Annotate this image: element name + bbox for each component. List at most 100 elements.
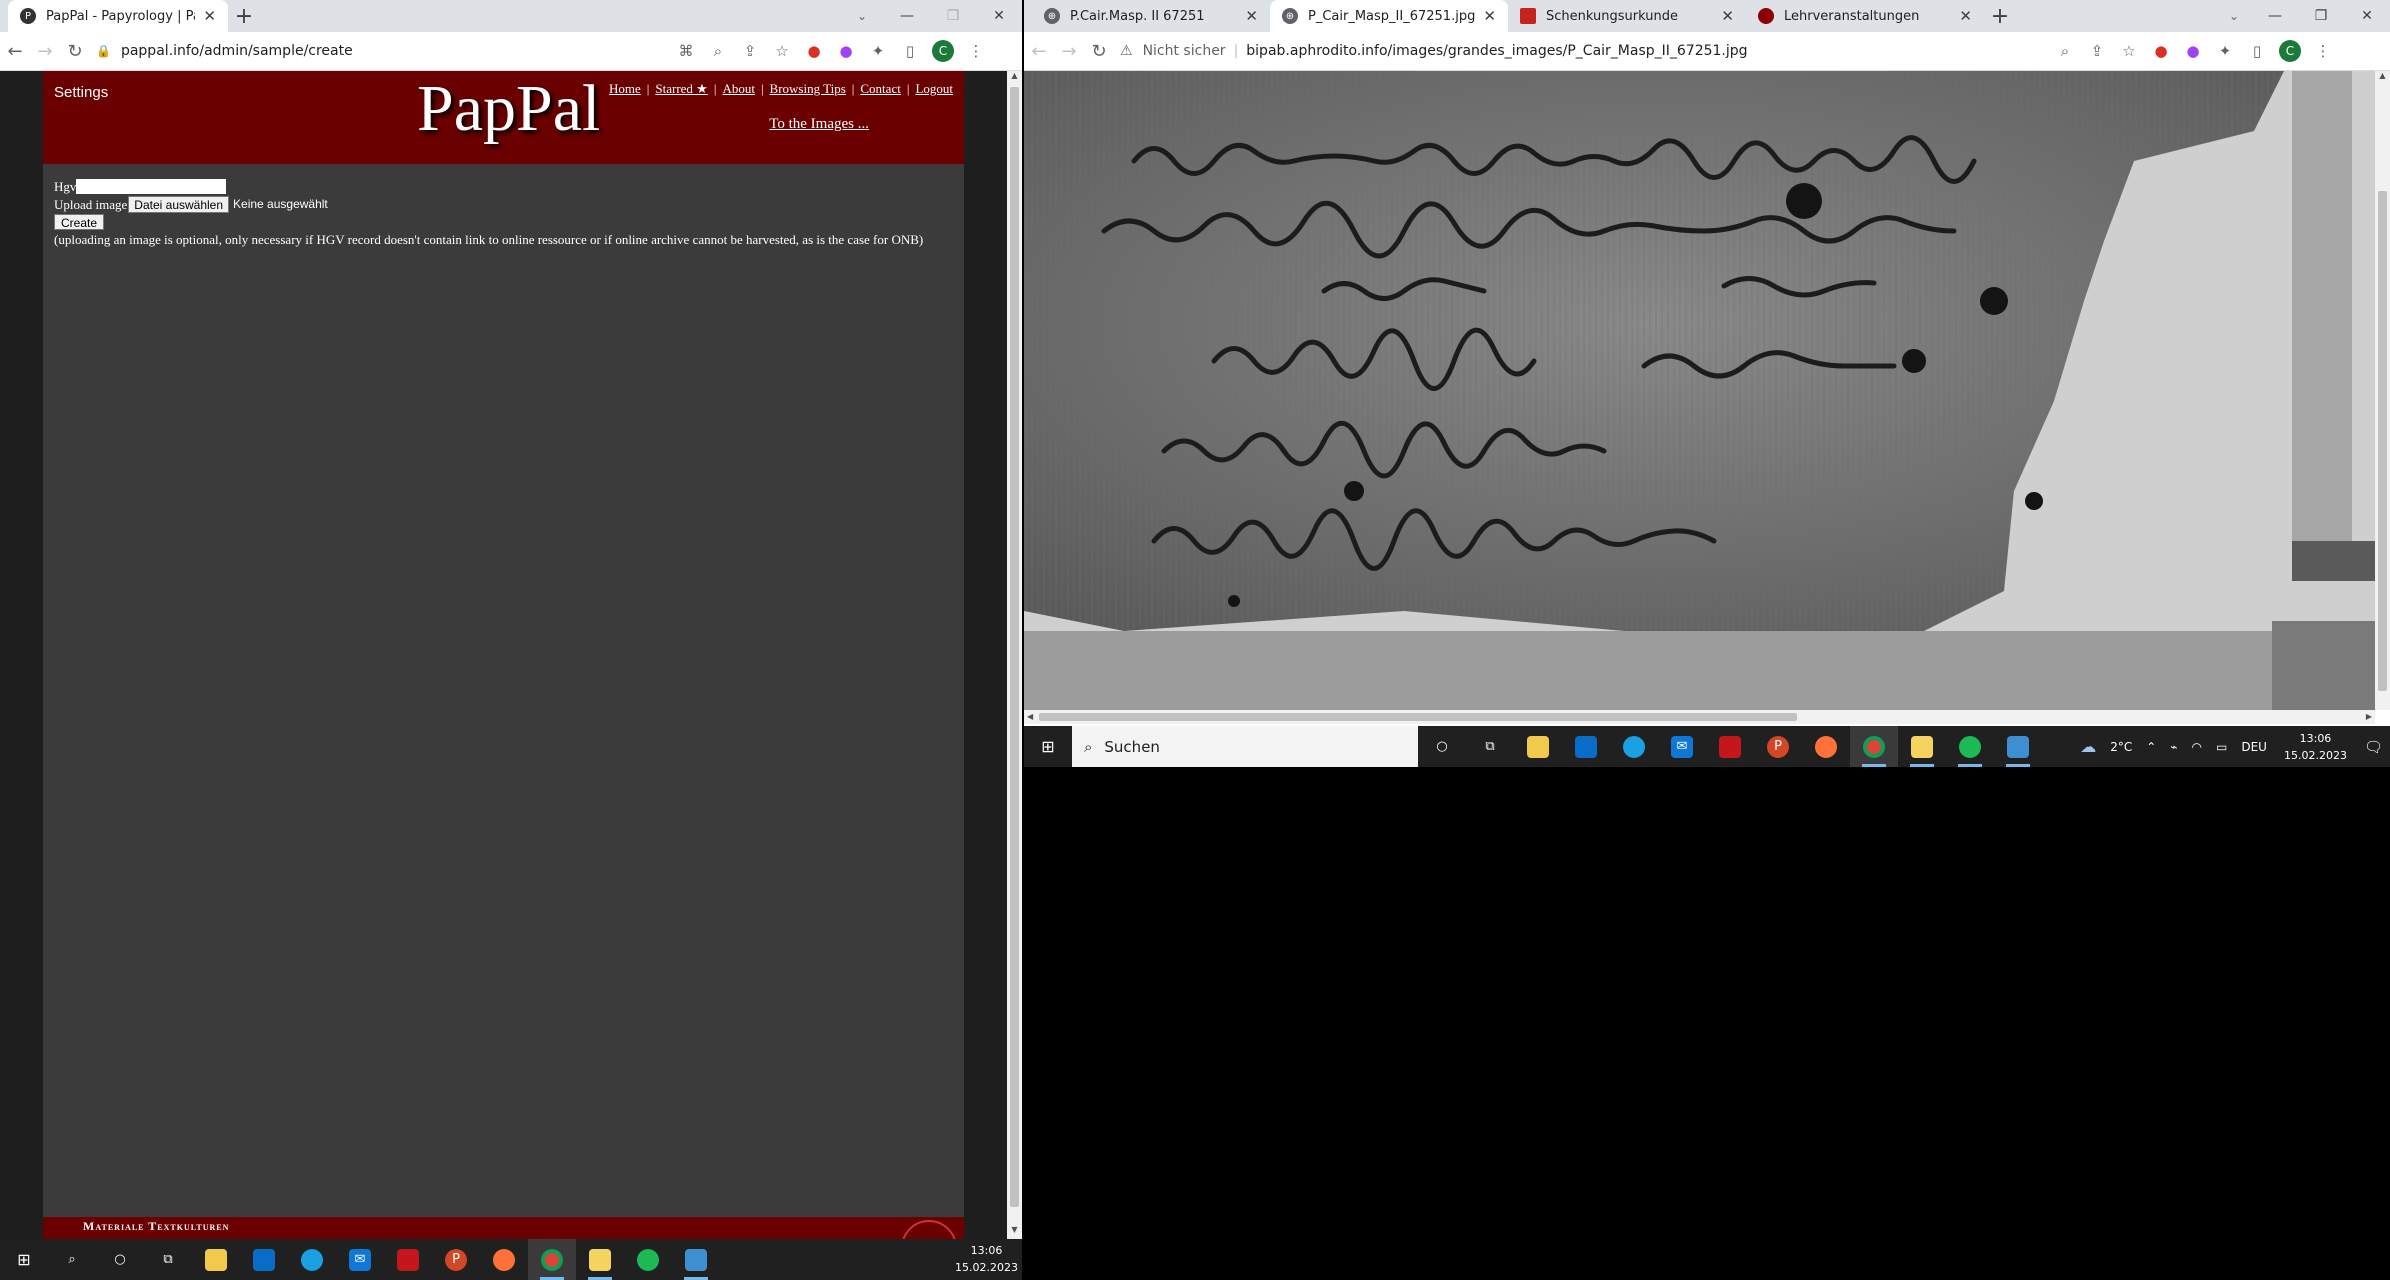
- weather-temp[interactable]: 2°C: [2110, 740, 2132, 754]
- left-page-scrollbar[interactable]: ▲ ▼: [1007, 71, 1022, 1239]
- bookmark-star-icon[interactable]: ☆: [766, 42, 798, 60]
- address-bar[interactable]: ⚠ Nicht sicher | bipab.aphrodito.info/im…: [1114, 36, 2049, 66]
- side-panel-icon[interactable]: ▯: [2241, 42, 2273, 60]
- settings-label[interactable]: Settings: [54, 84, 108, 101]
- share-icon[interactable]: ⇪: [734, 42, 766, 60]
- close-tab-icon[interactable]: ✕: [203, 7, 216, 25]
- taskbar-spotify[interactable]: [1946, 726, 1994, 767]
- translate-icon[interactable]: ⌘: [670, 42, 702, 60]
- close-tab-icon[interactable]: ✕: [1721, 7, 1734, 25]
- choose-file-button[interactable]: Datei auswählen: [128, 195, 230, 213]
- right-image-hscrollbar[interactable]: ◀ ▶: [1024, 710, 2375, 724]
- tab-pappal[interactable]: P PapPal - Papyrology | Paleograph ✕: [8, 0, 228, 32]
- back-icon[interactable]: ←: [0, 41, 30, 62]
- taskbar-store[interactable]: [1562, 726, 1610, 767]
- nav-about[interactable]: About: [722, 81, 755, 96]
- security-status[interactable]: Nicht sicher: [1143, 43, 1226, 59]
- scroll-up-icon[interactable]: ▲: [2375, 71, 2390, 85]
- pappal-logo[interactable]: PapPal: [417, 71, 600, 147]
- reload-icon[interactable]: ↻: [1084, 41, 1114, 62]
- task-view-button[interactable]: ⧉: [1466, 726, 1514, 767]
- close-tab-icon[interactable]: ✕: [1483, 7, 1496, 25]
- taskbar-edge[interactable]: [288, 1239, 336, 1280]
- taskbar-mail[interactable]: ✉: [1658, 726, 1706, 767]
- scroll-thumb[interactable]: [2378, 191, 2387, 691]
- create-button[interactable]: Create: [54, 214, 105, 230]
- search-button[interactable]: ⌕: [48, 1239, 96, 1280]
- cortana-button[interactable]: ○: [96, 1239, 144, 1280]
- taskbar-edge[interactable]: [1610, 726, 1658, 767]
- tab-search-icon[interactable]: ⌄: [2220, 0, 2248, 32]
- extensions-puzzle-icon[interactable]: ✦: [862, 42, 894, 60]
- bookmark-star-icon[interactable]: ☆: [2113, 42, 2145, 60]
- nav-logout[interactable]: Logout: [915, 81, 953, 96]
- taskbar-chrome[interactable]: [528, 1239, 576, 1280]
- menu-kebab-icon[interactable]: ⋮: [960, 42, 992, 60]
- extension-red-icon[interactable]: ●: [798, 42, 830, 60]
- nav-browsing-tips[interactable]: Browsing Tips: [770, 81, 846, 96]
- scroll-thumb[interactable]: [1039, 713, 1797, 721]
- tab-lehrveranstaltungen[interactable]: Lehrveranstaltungen ✕: [1746, 0, 1984, 32]
- scroll-up-icon[interactable]: ▲: [1007, 71, 1022, 85]
- taskbar-photos[interactable]: [672, 1239, 720, 1280]
- taskbar-store[interactable]: [240, 1239, 288, 1280]
- wifi-icon[interactable]: ◠: [2192, 740, 2202, 754]
- close-tab-icon[interactable]: ✕: [1245, 7, 1258, 25]
- forward-icon[interactable]: →: [1054, 41, 1084, 62]
- close-window-icon[interactable]: ✕: [2344, 8, 2390, 24]
- zoom-icon[interactable]: ⌕: [702, 42, 734, 60]
- task-view-button[interactable]: ⧉: [144, 1239, 192, 1280]
- restore-icon[interactable]: ❐: [2298, 8, 2344, 24]
- weather-cloud-icon[interactable]: ☁: [2080, 737, 2096, 756]
- tab-image-jpg[interactable]: ⊕ P_Cair_Masp_II_67251.jpg (4150× ✕: [1270, 0, 1508, 32]
- papyrus-image[interactable]: [1024, 71, 2375, 710]
- scroll-right-icon[interactable]: ▶: [2366, 710, 2372, 724]
- minimize-icon[interactable]: —: [884, 8, 930, 24]
- right-image-vscrollbar[interactable]: ▲: [2375, 71, 2390, 710]
- extension-red-icon[interactable]: ●: [2145, 42, 2177, 60]
- taskbar-files[interactable]: [1898, 726, 1946, 767]
- battery-icon[interactable]: ▭: [2216, 740, 2227, 754]
- notification-icon[interactable]: 🗨: [2364, 738, 2383, 756]
- address-bar[interactable]: 🔒 pappal.info/admin/sample/create: [90, 36, 670, 66]
- close-window-icon[interactable]: ✕: [976, 8, 1022, 24]
- taskbar-firefox[interactable]: [480, 1239, 528, 1280]
- taskbar-photos[interactable]: [1994, 726, 2042, 767]
- right-clock[interactable]: 13:06 15.02.2023: [2284, 730, 2347, 764]
- profile-avatar[interactable]: C: [932, 40, 954, 62]
- taskbar-acrobat[interactable]: [1706, 726, 1754, 767]
- minimize-icon[interactable]: —: [2252, 8, 2298, 24]
- start-button[interactable]: ⊞: [1024, 726, 1072, 767]
- extension-purple-icon[interactable]: ●: [2177, 42, 2209, 60]
- new-tab-button[interactable]: +: [228, 0, 260, 32]
- tab-pcair-masp[interactable]: ⊕ P.Cair.Masp. II 67251 ✕: [1032, 0, 1270, 32]
- language-indicator[interactable]: DEU: [2241, 740, 2267, 754]
- profile-avatar[interactable]: C: [2279, 40, 2301, 62]
- restore-icon[interactable]: ❐: [930, 8, 976, 24]
- taskbar-mail[interactable]: ✉: [336, 1239, 384, 1280]
- taskbar-search-box[interactable]: ⌕ Suchen: [1072, 726, 1418, 767]
- taskbar-powerpoint[interactable]: P: [432, 1239, 480, 1280]
- to-the-images-link[interactable]: To the Images ...: [769, 116, 869, 133]
- taskbar-spotify[interactable]: [624, 1239, 672, 1280]
- nav-starred[interactable]: Starred ★: [655, 81, 707, 96]
- share-icon[interactable]: ⇪: [2081, 42, 2113, 60]
- menu-kebab-icon[interactable]: ⋮: [2307, 42, 2339, 60]
- taskbar-firefox[interactable]: [1802, 726, 1850, 767]
- forward-icon[interactable]: →: [30, 41, 60, 62]
- cortana-button[interactable]: ○: [1418, 726, 1466, 767]
- nav-home[interactable]: Home: [609, 81, 641, 96]
- new-tab-button[interactable]: +: [1984, 0, 2016, 32]
- tab-schenkungsurkunde[interactable]: Schenkungsurkunde ✕: [1508, 0, 1746, 32]
- close-tab-icon[interactable]: ✕: [1959, 7, 1972, 25]
- taskbar-chrome[interactable]: [1850, 726, 1898, 767]
- taskbar-explorer[interactable]: [192, 1239, 240, 1280]
- taskbar-acrobat[interactable]: [384, 1239, 432, 1280]
- taskbar-powerpoint[interactable]: P: [1754, 726, 1802, 767]
- scroll-left-icon[interactable]: ◀: [1027, 710, 1033, 724]
- extensions-puzzle-icon[interactable]: ✦: [2209, 42, 2241, 60]
- back-icon[interactable]: ←: [1024, 41, 1054, 62]
- nav-contact[interactable]: Contact: [860, 81, 900, 96]
- zoom-icon[interactable]: ⌕: [2049, 42, 2081, 60]
- taskbar-explorer[interactable]: [1514, 726, 1562, 767]
